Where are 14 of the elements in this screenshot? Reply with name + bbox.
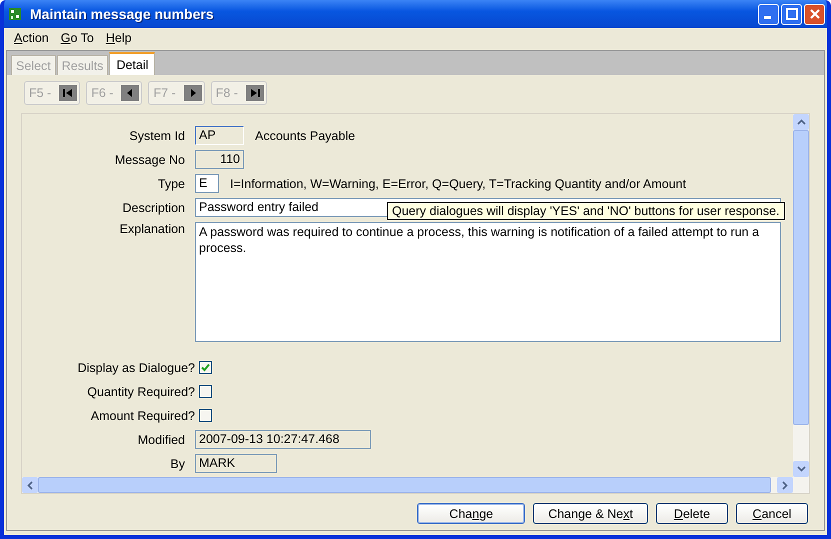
tooltip: Query dialogues will display 'YES' and 'NO' buttons for user response. [387,202,785,220]
field-label: System Id [128,128,185,142]
field-label: Message No [114,152,185,166]
type-hint: I=Information, W=Warning, E=Error, Q=Query, T=Tracking Quantity and/or Amount [230,176,686,190]
system-name: Accounts Payable [255,128,356,142]
field-label: Description [121,200,185,214]
field-label: Modified [136,432,185,446]
checkbox-label: Display as Dialogue? [76,360,195,374]
checkbox-label: Amount Required? [90,408,195,422]
field-label: Type [156,176,185,190]
window-title: Maintain message numbers [30,6,215,22]
checkbox-label: Quantity Required? [86,384,195,398]
field-label: Explanation [118,222,185,236]
field-label: By [169,456,185,470]
